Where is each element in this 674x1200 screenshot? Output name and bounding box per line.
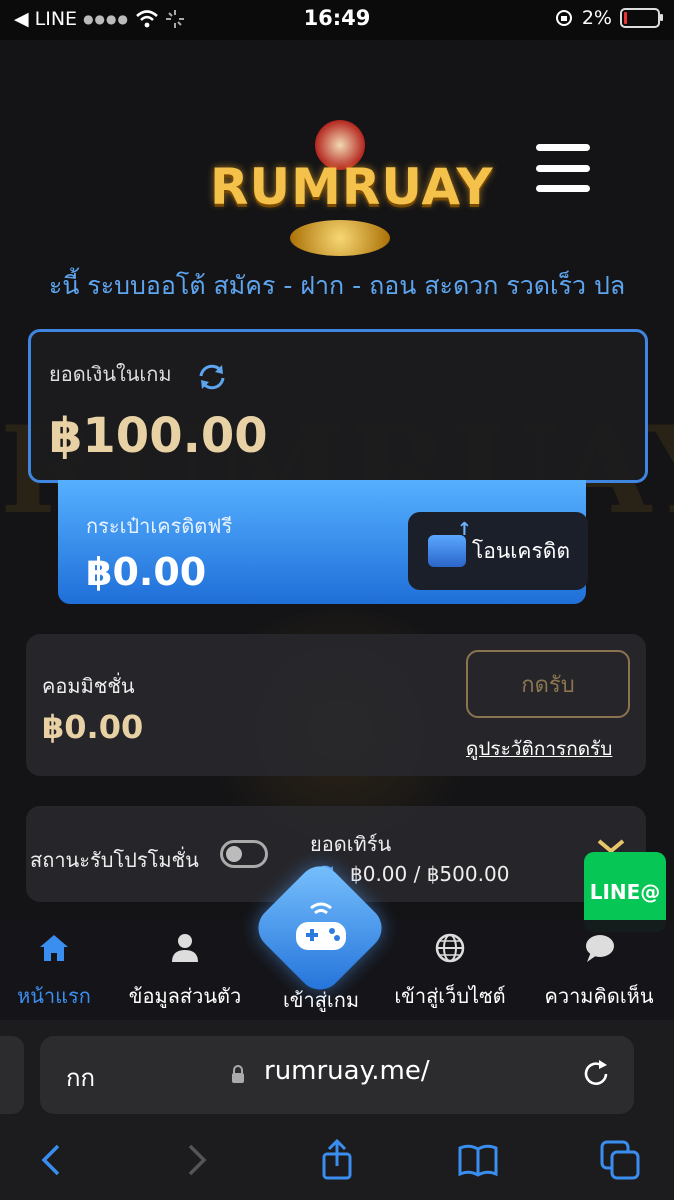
lock-icon [232, 1065, 244, 1083]
commission-card: คอมมิชชั่น ฿0.00 กดรับ ดูประวัติการกดรับ [26, 634, 646, 776]
nav-feedback[interactable]: ความคิดเห็น [524, 920, 674, 1020]
nav-feedback-label: ความคิดเห็น [544, 984, 654, 1008]
nav-website[interactable]: เข้าสู่เว็บไซต์ [380, 920, 520, 1020]
promotion-toggle[interactable] [220, 840, 268, 868]
turnover-label: ยอดเทิร์น [310, 832, 392, 856]
browser-chrome: กก rumruay.me/ [0, 1020, 674, 1200]
logo-text: RUMRUAY [210, 158, 494, 216]
url-bar[interactable]: กก rumruay.me/ [40, 1036, 634, 1114]
claim-history-link[interactable]: ดูประวัติการกดรับ [466, 734, 612, 764]
claim-commission-button[interactable]: กดรับ [466, 650, 630, 718]
nav-profile[interactable]: ข้อมูลส่วนตัว [110, 920, 260, 1020]
user-icon [172, 934, 198, 962]
status-right: 2% [554, 7, 663, 29]
refresh-icon[interactable] [195, 360, 229, 394]
status-bar: ◀ LINE ●●●● 16:49 2% [0, 0, 674, 40]
chat-icon [586, 935, 614, 962]
hamburger-icon[interactable] [536, 144, 590, 192]
orientation-lock-icon [555, 10, 572, 26]
bookmarks-icon[interactable] [456, 1138, 500, 1182]
promotion-status-label: สถานะรับโปรโมชั่น [30, 848, 199, 872]
announcement-marquee: ะนี้ ระบบออโต้ สมัคร - ฝาก - ถอน สะดวก ร… [48, 271, 626, 300]
turnover-value: ฿0.00 / ฿500.00 [350, 862, 510, 886]
reload-icon[interactable] [580, 1058, 612, 1090]
share-icon[interactable] [315, 1138, 359, 1182]
tabs-icon[interactable] [598, 1138, 642, 1182]
site-logo[interactable]: RUMRUAY [210, 110, 494, 260]
nav-profile-label: ข้อมูลส่วนตัว [128, 984, 242, 1008]
home-icon [40, 935, 68, 961]
wallet-transfer-icon [428, 519, 472, 567]
balance-label: ยอดเงินในเกม [49, 362, 172, 386]
free-credit-label: กระเป๋าเครดิตฟรี [86, 514, 233, 538]
url-text[interactable]: rumruay.me/ [264, 1056, 430, 1086]
battery-percent: 2% [581, 7, 612, 29]
nav-website-label: เข้าสู่เว็บไซต์ [394, 984, 506, 1008]
logo-coins-icon [290, 220, 390, 256]
commission-label: คอมมิชชั่น [42, 674, 135, 698]
transfer-credit-label: โอนเครดิต [472, 538, 571, 563]
balance-value: ฿100.00 [49, 408, 268, 464]
balance-card: ยอดเงินในเกม ฿100.00 [28, 329, 648, 483]
gamepad-icon[interactable] [286, 898, 356, 958]
free-credit-card: กระเป๋าเครดิตฟรี ฿0.00 โอนเครดิต [58, 480, 588, 604]
reader-settings-button[interactable]: กก [66, 1058, 95, 1097]
transfer-credit-button[interactable]: โอนเครดิต [408, 512, 588, 590]
globe-icon [435, 933, 465, 963]
nav-home-label: หน้าแรก [17, 984, 91, 1008]
page-content: RUMRUAY RUMRUAY ะนี้ ระบบออโต้ สมัคร - ฝ… [0, 40, 674, 1020]
nav-home[interactable]: หน้าแรก [0, 920, 108, 1020]
free-credit-value: ฿0.00 [86, 550, 207, 594]
commission-value: ฿0.00 [42, 708, 144, 746]
battery-icon [620, 8, 663, 28]
forward-icon[interactable] [174, 1138, 218, 1182]
back-icon[interactable] [30, 1138, 74, 1182]
previous-tab-stub[interactable] [0, 1036, 24, 1114]
